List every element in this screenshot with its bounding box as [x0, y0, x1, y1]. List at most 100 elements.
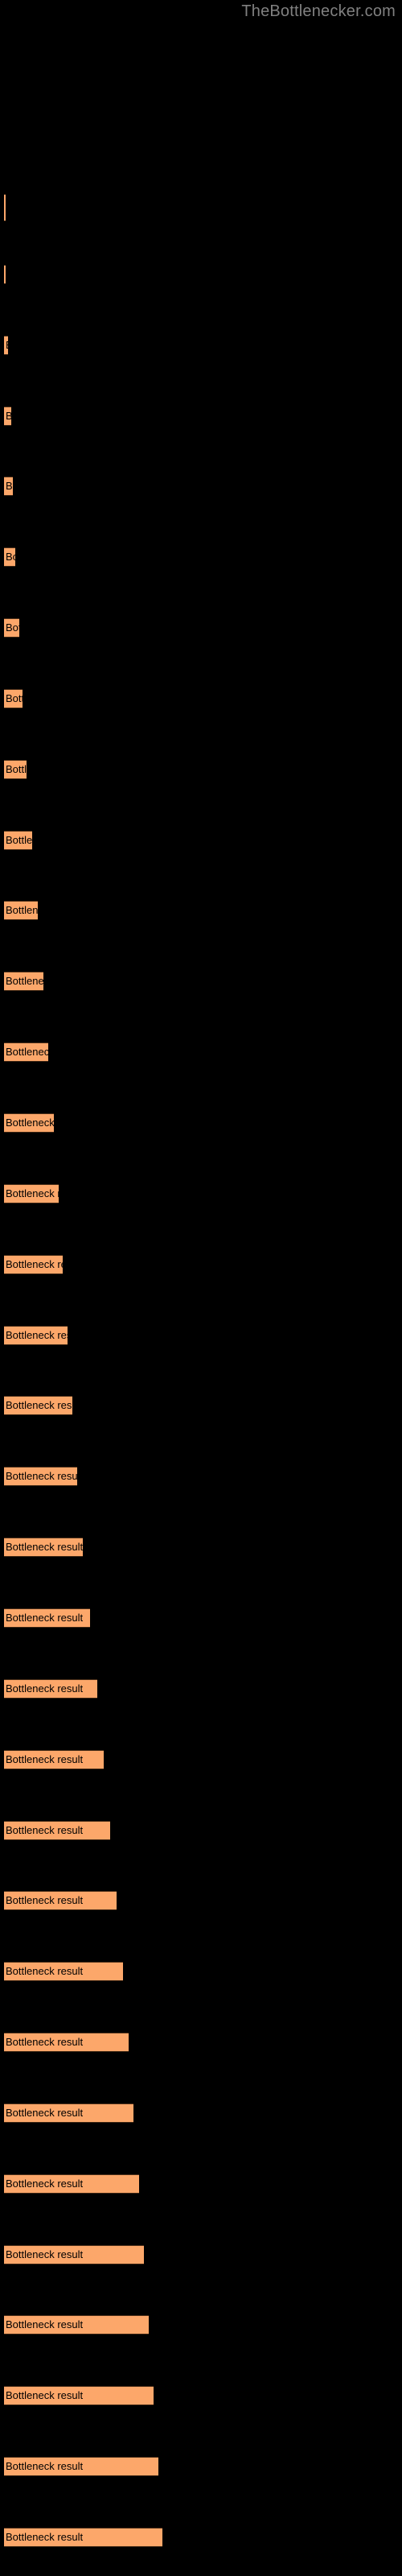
bar-label: Bottleneck result — [6, 1824, 84, 1836]
bar[interactable]: Bottleneck result — [4, 2528, 162, 2547]
bar-label: Bottleneck result — [6, 2107, 84, 2119]
bar-row: Bottleneck result — [0, 972, 402, 991]
bar-row: Bottleneck result — [0, 2033, 402, 2052]
bar[interactable]: Bottleneck result — [4, 2033, 129, 2052]
bar-row: Bottleneck result — [0, 2174, 402, 2194]
bar-row: Bottleneck result — [0, 1750, 402, 1769]
bar[interactable]: Bottleneck result — [4, 2245, 144, 2264]
bar-row: Bottleneck result — [0, 1962, 402, 1981]
bar-label: Bottleneck result — [6, 480, 13, 492]
bar-label: Bottleneck result — [6, 975, 43, 987]
bar-row: Bottleneck result — [0, 2386, 402, 2405]
bar[interactable]: Bottleneck result — [4, 1467, 77, 1486]
bar[interactable]: Bottleneck result — [4, 336, 8, 355]
bar-label: Bottleneck result — [6, 1965, 84, 1977]
bar-label: Bottleneck result — [6, 834, 32, 846]
bar-row: Bottleneck result — [0, 1891, 402, 1910]
bar[interactable]: Bottleneck result — [4, 477, 13, 496]
bar-label: Bottleneck result — [6, 2531, 84, 2543]
bar-row: Bottleneck result — [0, 336, 402, 355]
bar[interactable]: Bottleneck result — [4, 194, 6, 221]
bar[interactable]: Bottleneck result — [4, 1184, 59, 1203]
bar-label: Bottleneck result — [6, 2318, 84, 2330]
bar[interactable]: Bottleneck result — [4, 831, 32, 850]
bar-label: Bottleneck result — [6, 763, 27, 775]
bar[interactable]: Bottleneck result — [4, 972, 43, 991]
bar-label: Bottleneck result — [6, 551, 15, 563]
bar-label: Bottleneck result — [6, 411, 11, 422]
bar-row: Bottleneck result — [0, 1821, 402, 1840]
bar-row: Bottleneck result — [0, 760, 402, 779]
bar[interactable]: Bottleneck result — [4, 547, 15, 567]
bar-row: Bottleneck result — [0, 477, 402, 496]
bar[interactable]: Bottleneck result — [4, 407, 11, 426]
bar[interactable]: Bottleneck result — [4, 1962, 123, 1981]
bar[interactable]: Bottleneck result — [4, 1326, 68, 1345]
bar-row: Bottleneck result — [0, 1396, 402, 1415]
bottleneck-bar-chart: Bottleneck result Bottleneck result Bottle… — [0, 0, 402, 2576]
bar-row: Bottleneck result — [0, 1255, 402, 1274]
bar-label: Bottleneck result — [6, 1117, 54, 1129]
bar-row: Bottleneck result — [0, 194, 402, 221]
bar[interactable]: Bottleneck result — [4, 1396, 72, 1415]
bar-label: Bottleneck result — [6, 1046, 48, 1058]
bar-row: Bottleneck result — [0, 2103, 402, 2123]
bar-label: Bottleneck result — [6, 2248, 84, 2260]
bar-label: Bottleneck result — [6, 2460, 84, 2472]
bar[interactable]: Bottleneck result — [4, 1113, 54, 1133]
bar-row: Bottleneck result — [0, 1467, 402, 1486]
bar-row: Bottleneck result — [0, 1113, 402, 1133]
bar-row: Bottleneck result — [0, 689, 402, 708]
bar[interactable]: Bottleneck result — [4, 265, 6, 284]
bar[interactable]: Bottleneck result — [4, 2315, 149, 2334]
bar[interactable]: Bottleneck result — [4, 1538, 83, 1557]
bar-label: Bottleneck result — [6, 904, 38, 916]
bar-row: Bottleneck result — [0, 2245, 402, 2264]
bar-row: Bottleneck result — [0, 1608, 402, 1628]
bar[interactable]: Bottleneck result — [4, 1821, 110, 1840]
bar[interactable]: Bottleneck result — [4, 2457, 158, 2476]
bar-row: Bottleneck result — [0, 831, 402, 850]
bar[interactable]: Bottleneck result — [4, 1750, 104, 1769]
bar-label: Bottleneck result — [6, 621, 19, 634]
bar[interactable]: Bottleneck result — [4, 618, 19, 638]
bar-row: Bottleneck result — [0, 265, 402, 284]
bar-row: Bottleneck result — [0, 2528, 402, 2547]
bar[interactable]: Bottleneck result — [4, 901, 38, 920]
bar-row: Bottleneck result — [0, 2457, 402, 2476]
bar-label: Bottleneck result — [6, 1329, 68, 1341]
bar[interactable]: Bottleneck result — [4, 689, 23, 708]
bar-label: Bottleneck result — [6, 1894, 84, 1906]
bar-row: Bottleneck result — [0, 901, 402, 920]
bar-label: Bottleneck result — [6, 1470, 77, 1482]
bar-label: Bottleneck result — [6, 692, 23, 704]
bar[interactable]: Bottleneck result — [4, 760, 27, 779]
bar[interactable]: Bottleneck result — [4, 2103, 133, 2123]
bar-label: Bottleneck result — [6, 1187, 59, 1199]
bar-row: Bottleneck result — [0, 1679, 402, 1699]
bar-label: Bottleneck result — [6, 1753, 84, 1765]
bar[interactable]: Bottleneck result — [4, 1891, 117, 1910]
bar-label: Bottleneck result — [6, 2036, 84, 2048]
bar-label: Bottleneck result — [6, 1612, 84, 1624]
bar[interactable]: Bottleneck result — [4, 2386, 154, 2405]
bar-row: Bottleneck result — [0, 1184, 402, 1203]
bar[interactable]: Bottleneck result — [4, 1255, 63, 1274]
bar-label: Bottleneck result — [6, 1399, 72, 1411]
bar[interactable]: Bottleneck result — [4, 2174, 139, 2194]
bar-label: Bottleneck result — [6, 1541, 83, 1553]
bar-row: Bottleneck result — [0, 1538, 402, 1557]
bar-row: Bottleneck result — [0, 1326, 402, 1345]
bar-label: Bottleneck result — [6, 1682, 84, 1695]
bar-row: Bottleneck result — [0, 1042, 402, 1062]
bar-row: Bottleneck result — [0, 407, 402, 426]
bar-row: Bottleneck result — [0, 547, 402, 567]
bar[interactable]: Bottleneck result — [4, 1679, 97, 1699]
bar-label: Bottleneck result — [6, 340, 8, 351]
bar[interactable]: Bottleneck result — [4, 1042, 48, 1062]
bar-label: Bottleneck result — [6, 1258, 63, 1270]
bar-row: Bottleneck result — [0, 618, 402, 638]
bar-label: Bottleneck result — [6, 2389, 84, 2401]
bar-row: Bottleneck result — [0, 2315, 402, 2334]
bar[interactable]: Bottleneck result — [4, 1608, 90, 1628]
